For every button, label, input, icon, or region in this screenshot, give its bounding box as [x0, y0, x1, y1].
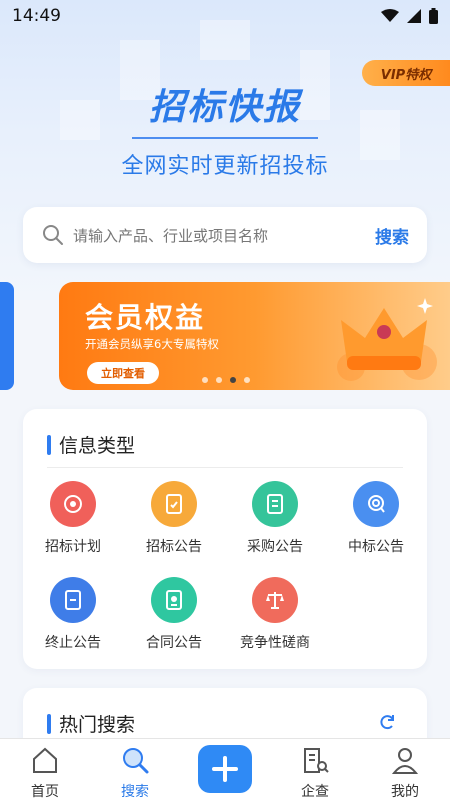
- section-title-bar: [47, 713, 51, 734]
- search-icon: [123, 748, 149, 774]
- status-time: 14:49: [12, 6, 61, 26]
- tab-label: 首页: [31, 784, 59, 800]
- building-search-icon: [304, 748, 329, 773]
- search-icon: [43, 225, 63, 245]
- stop-document-icon: [50, 577, 96, 623]
- info-type-termination[interactable]: 终止公告: [23, 577, 123, 652]
- info-type-label: 中标公告: [348, 539, 404, 555]
- battery-icon: [429, 8, 438, 24]
- search-input[interactable]: 请输入产品、行业或项目名称: [73, 225, 375, 246]
- page-title: 招标快报: [148, 87, 301, 128]
- info-type-procurement[interactable]: 采购公告: [225, 481, 325, 556]
- crown-illustration: [337, 298, 437, 381]
- tab-home[interactable]: 首页: [0, 739, 90, 800]
- list-document-icon: [252, 481, 298, 527]
- section-title: 信息类型: [47, 431, 135, 458]
- scales-icon: [252, 577, 298, 623]
- info-types-title: 信息类型: [59, 435, 136, 457]
- search-bar[interactable]: 请输入产品、行业或项目名称 搜索: [23, 207, 427, 263]
- member-benefits-banner[interactable]: 会员权益 开通会员纵享6大专属特权 立即查看: [59, 282, 450, 390]
- refresh-icon[interactable]: [377, 712, 397, 732]
- carousel-dot[interactable]: [202, 377, 208, 383]
- signal-icon: [407, 9, 421, 23]
- title-divider: [132, 137, 318, 139]
- info-type-label: 合同公告: [146, 635, 202, 651]
- page-subtitle: 全网实时更新招投标: [121, 154, 329, 179]
- contract-icon: [151, 577, 197, 623]
- info-type-competitive-negotiation[interactable]: 竞争性磋商: [225, 577, 325, 652]
- tab-query[interactable]: 企查: [270, 739, 360, 800]
- tab-label: 我的: [391, 784, 419, 800]
- target-icon: [50, 481, 96, 527]
- home-icon: [33, 747, 57, 773]
- section-title: 热门搜索: [47, 710, 135, 737]
- add-button[interactable]: [198, 745, 252, 793]
- previous-banner-peek[interactable]: [0, 282, 14, 390]
- info-type-label: 招标计划: [45, 539, 101, 555]
- banner-subtitle: 开通会员纵享6大专属特权: [85, 337, 219, 351]
- info-type-label: 终止公告: [45, 635, 101, 651]
- search-button[interactable]: 搜索: [375, 223, 409, 248]
- info-type-contract[interactable]: 合同公告: [124, 577, 224, 652]
- section-title-bar: [47, 434, 51, 455]
- info-type-award[interactable]: 中标公告: [326, 481, 426, 556]
- document-check-icon: [151, 481, 197, 527]
- card-divider: [47, 467, 403, 468]
- carousel-dot-active[interactable]: [230, 377, 236, 383]
- carousel-dot[interactable]: [216, 377, 222, 383]
- tab-label: 搜索: [121, 784, 149, 800]
- hot-search-title: 热门搜索: [59, 714, 136, 736]
- status-bar: 14:49: [0, 0, 450, 32]
- tab-label: 企查: [301, 784, 329, 800]
- carousel-dots: [202, 377, 250, 383]
- tab-mine[interactable]: 我的: [360, 739, 450, 800]
- info-types-card: 信息类型 招标计划 招标公告 采购公告 中标公告 终止公告 合同公告 竞争性磋商: [23, 409, 427, 669]
- info-type-bid-announcement[interactable]: 招标公告: [124, 481, 224, 556]
- info-type-label: 竞争性磋商: [240, 635, 310, 651]
- award-icon: [353, 481, 399, 527]
- view-now-button[interactable]: 立即查看: [87, 362, 159, 384]
- info-type-bid-plan[interactable]: 招标计划: [23, 481, 123, 556]
- carousel-dot[interactable]: [244, 377, 250, 383]
- info-type-label: 采购公告: [247, 539, 303, 555]
- banner-title: 会员权益: [85, 301, 206, 334]
- info-type-label: 招标公告: [146, 539, 202, 555]
- wifi-icon: [381, 9, 399, 22]
- plus-icon: [212, 756, 238, 782]
- tab-search[interactable]: 搜索: [90, 739, 180, 800]
- user-icon: [391, 748, 419, 774]
